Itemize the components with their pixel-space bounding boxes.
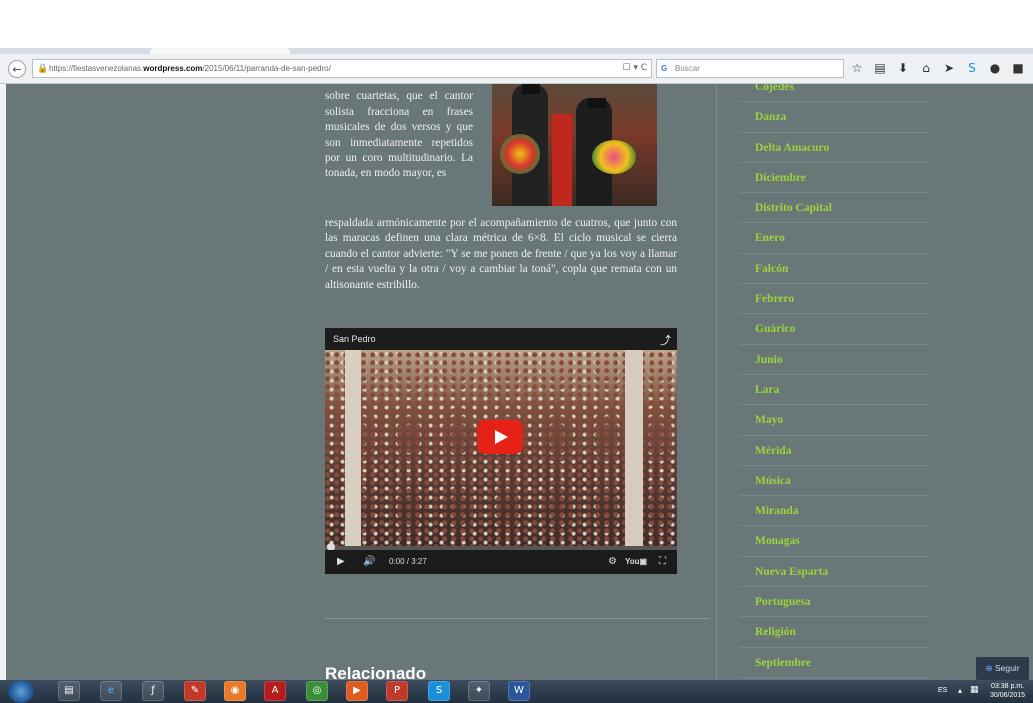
editor-app-icon[interactable]: ✎ [184, 681, 206, 701]
category-link-junio[interactable]: Junio [740, 345, 930, 375]
play-icon[interactable]: ▶ [337, 550, 345, 574]
lock-icon: 🔒 [37, 63, 49, 73]
video-player[interactable]: San Pedro ⤴ ▶ 🔊 0:00 / 3:27 ⚙ You▣ ⛶ [325, 328, 677, 574]
category-link-septiembre[interactable]: Septiembre [740, 648, 930, 678]
follow-button[interactable]: ⊕ Seguir [976, 657, 1029, 680]
category-link-danza[interactable]: Danza [740, 102, 930, 133]
url-path: /2015/06/11/parranda-de-san-pedro/ [202, 64, 331, 73]
article-paragraph-narrow: manifestación se estructura sobre cuarte… [325, 84, 473, 180]
category-link-distrito-capital[interactable]: Distrito Capital [740, 193, 930, 224]
bookmark-star-icon[interactable]: ☆ [850, 59, 864, 77]
category-link-delta-amacuro[interactable]: Delta Amacuro [740, 133, 930, 163]
category-link-mayo[interactable]: Mayo [740, 405, 930, 436]
category-link-diciembre[interactable]: Diciembre [740, 163, 930, 194]
category-link-falcon[interactable]: Falcón [740, 254, 930, 285]
share-icon[interactable]: ⤴ [660, 332, 671, 348]
start-button-icon[interactable] [8, 680, 34, 703]
content-divider [325, 618, 710, 619]
search-input[interactable]: G Buscar [656, 59, 844, 78]
video-church-pillar-right [625, 350, 643, 546]
system-tray: ES ▴ ▦ 03:38 p.m. 30/06/2015 [930, 680, 1033, 703]
category-link-miranda[interactable]: Miranda [740, 496, 930, 527]
left-edge [0, 84, 6, 680]
powerpoint-icon[interactable]: P [386, 681, 408, 701]
flash-icon[interactable]: ƒ [142, 681, 164, 701]
video-time: 0:00 / 3:27 [389, 557, 427, 566]
category-link-lara[interactable]: Lara [740, 375, 930, 406]
sidebar-separator [716, 84, 717, 680]
category-link-enero[interactable]: Enero [740, 223, 930, 254]
follow-icon: ⊕ [985, 664, 993, 674]
clock-date: 30/06/2015 [990, 692, 1026, 699]
web-page-content: manifestación se estructura sobre cuarte… [0, 84, 1033, 680]
photo-flower-bouquet-right [592, 140, 636, 174]
google-search-icon: G [661, 64, 668, 73]
toolbar-icons: ☆ ▤ ⬇ ⌂ ➤ S ● ■ ≡ [850, 59, 1033, 79]
article-paragraph-wide: respaldada armónicamente por el acompaña… [325, 217, 677, 291]
download-icon[interactable]: ⬇ [896, 59, 910, 77]
language-indicator[interactable]: ES [938, 687, 947, 694]
pocket-icon[interactable]: ■ [1011, 59, 1025, 77]
skype-taskbar-icon[interactable]: S [428, 681, 450, 701]
firefox-icon[interactable]: ◉ [224, 681, 246, 701]
search-placeholder: Buscar [675, 64, 700, 73]
send-icon[interactable]: ➤ [942, 59, 956, 77]
tray-arrow-icon[interactable]: ▴ [958, 686, 962, 695]
chat-icon[interactable]: ● [988, 59, 1002, 77]
category-link-febrero[interactable]: Febrero [740, 284, 930, 315]
video-church-pillar-left [345, 350, 361, 546]
category-link-religion[interactable]: Religión [740, 617, 930, 648]
clock-time: 03:38 p.m. [990, 683, 1025, 690]
play-button-icon[interactable] [477, 420, 523, 454]
photo-flower-bouquet-left [500, 134, 540, 174]
file-explorer-icon[interactable]: ▤ [58, 681, 80, 701]
media-player-icon[interactable]: ▶ [346, 681, 368, 701]
category-link-guarico[interactable]: Guárico [740, 314, 930, 345]
youtube-logo-icon[interactable]: You▣ [625, 550, 647, 574]
category-link-monagas[interactable]: Monagas [740, 526, 930, 557]
skype-icon[interactable]: S [965, 59, 979, 77]
windows-taskbar: ▤ e ƒ ✎ ◉ A ◎ ▶ P S ✦ W ES ▴ ▦ 03:38 p.m… [0, 680, 1033, 703]
follow-label: Seguir [994, 663, 1020, 673]
related-heading: Relacionado [325, 664, 427, 680]
reload-icon[interactable]: ☐ ▾ C [622, 60, 647, 77]
category-link-merida[interactable]: Mérida [740, 436, 930, 466]
video-title[interactable]: San Pedro [325, 328, 677, 350]
paint-icon[interactable]: ✦ [468, 681, 490, 701]
parranda-photo[interactable] [492, 84, 657, 206]
reading-list-icon[interactable]: ▤ [873, 59, 887, 77]
chrome-icon[interactable]: ◎ [306, 681, 328, 701]
top-blank-area [0, 0, 1033, 50]
settings-gear-icon[interactable]: ⚙ [608, 550, 617, 574]
category-sidebar: Cojedes Danza Delta Amacuro Diciembre Di… [740, 84, 930, 678]
photo-hat-left [522, 84, 540, 94]
address-bar[interactable]: 🔒 https://fiestasvenezolanas.wordpress.c… [32, 59, 652, 78]
word-icon[interactable]: W [508, 681, 530, 701]
category-link-cojedes[interactable]: Cojedes [740, 84, 930, 103]
back-arrow-icon[interactable]: ← [8, 60, 26, 78]
category-link-portuguesa[interactable]: Portuguesa [740, 587, 930, 618]
url-prefix: https://fiestasvenezolanas. [49, 64, 144, 73]
category-link-nueva-esparta[interactable]: Nueva Esparta [740, 557, 930, 588]
photo-red-costume [552, 114, 572, 206]
network-icon[interactable]: ▦ [970, 685, 979, 695]
volume-icon[interactable]: 🔊 [363, 550, 375, 574]
photo-hat-right [588, 98, 606, 108]
acrobat-icon[interactable]: A [264, 681, 286, 701]
home-icon[interactable]: ⌂ [919, 59, 933, 77]
browser-navigation-bar: ← 🔒 https://fiestasvenezolanas.wordpress… [0, 54, 1033, 84]
video-controls: ▶ 🔊 0:00 / 3:27 ⚙ You▣ ⛶ [325, 550, 677, 574]
category-link-musica[interactable]: Música [740, 466, 930, 497]
url-host: wordpress.com [143, 64, 203, 73]
internet-explorer-icon[interactable]: e [100, 681, 122, 701]
fullscreen-icon[interactable]: ⛶ [659, 550, 666, 574]
clock[interactable]: 03:38 p.m. 30/06/2015 [990, 682, 1025, 700]
